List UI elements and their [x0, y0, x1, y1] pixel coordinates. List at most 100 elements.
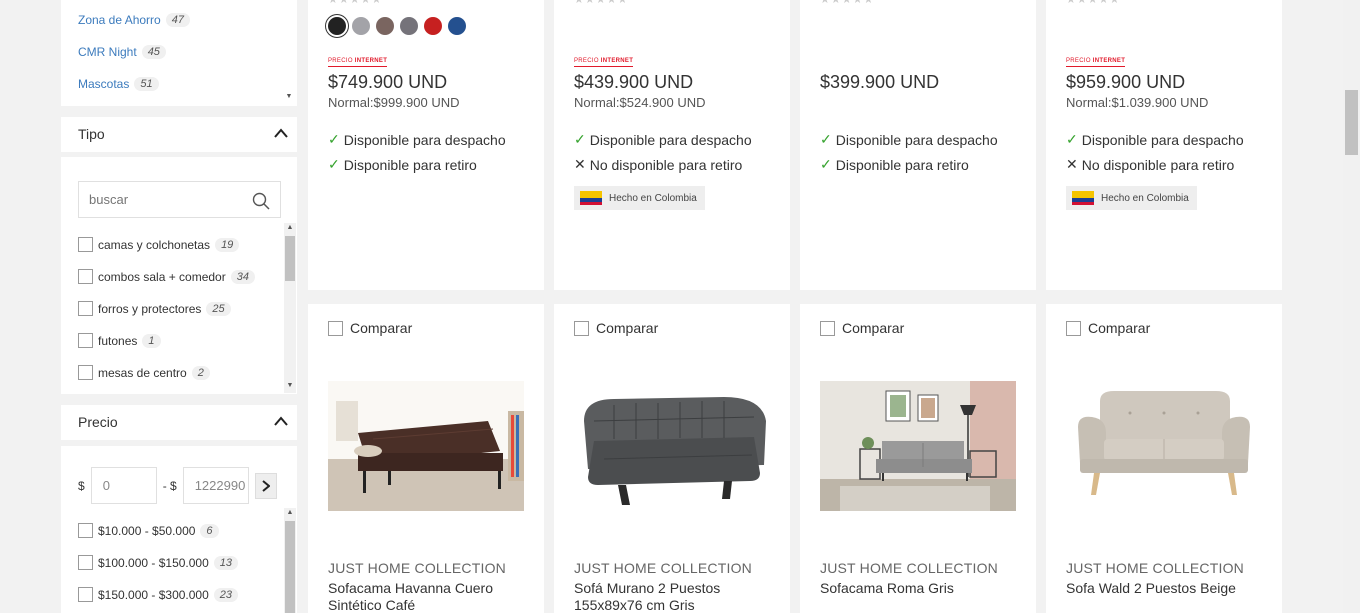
checkbox[interactable]	[78, 269, 93, 284]
product-card[interactable]: ★★★★★ PRECIO INTERNET $439.900 UND Norma…	[554, 0, 790, 290]
checkbox[interactable]	[820, 320, 835, 336]
checkbox[interactable]	[78, 237, 93, 252]
product-price: $439.900 UND	[574, 72, 694, 92]
check-icon: ✓	[1066, 131, 1078, 147]
availability-text: Disponible para despacho	[589, 131, 752, 148]
scrollbar-thumb[interactable]	[285, 236, 295, 281]
product-name[interactable]: Sofacama Havanna Cuero Sintético Café	[328, 580, 528, 613]
tipo-option-forros[interactable]: forros y protectores 25	[78, 301, 231, 316]
product-image[interactable]	[328, 381, 524, 511]
product-card[interactable]: ★★★★★ $399.900 UND ✓ Disponible para des…	[800, 0, 1036, 290]
tipo-option-combos[interactable]: combos sala + comedor 34	[78, 269, 255, 284]
compare-checkbox[interactable]: Comparar	[820, 320, 904, 336]
badge-precio: PRECIO	[574, 58, 599, 64]
scroll-down-arrow-icon[interactable]: ▼	[285, 93, 293, 101]
scroll-up-arrow-icon[interactable]: ▲	[286, 509, 294, 517]
chevron-up-icon[interactable]	[274, 416, 288, 426]
scrollbar-thumb[interactable]	[285, 521, 295, 613]
compare-checkbox[interactable]: Comparar	[328, 320, 412, 336]
filter-link-cmr-night[interactable]: CMR Night 45	[78, 45, 166, 59]
product-card[interactable]: Comparar JUST HOME COLLECTION Sofá Muran…	[554, 304, 790, 613]
product-name[interactable]: Sofá Murano 2 Puestos 155x89x76 cm Gris	[574, 580, 774, 613]
price-range-option[interactable]: $10.000 - $50.000 6	[78, 523, 219, 538]
tipo-search-input[interactable]	[79, 182, 239, 217]
scroll-up-arrow-icon[interactable]: ▲	[286, 224, 294, 232]
product-price: $399.900 UND	[820, 72, 940, 92]
chevron-up-icon[interactable]	[274, 128, 288, 138]
price-range-option[interactable]: $150.000 - $300.000 23	[78, 587, 239, 602]
checkbox[interactable]	[1066, 320, 1081, 336]
count-badge: 51	[134, 77, 159, 91]
count-badge: 13	[213, 555, 239, 570]
compare-checkbox[interactable]: Comparar	[1066, 320, 1150, 336]
page-scrollbar[interactable]	[1343, 0, 1360, 613]
product-name[interactable]: Sofa Wald 2 Puestos Beige	[1066, 580, 1266, 597]
price-range-inputs: $ - $	[78, 467, 277, 504]
scroll-down-arrow-icon[interactable]: ▼	[286, 382, 294, 390]
checkbox[interactable]	[78, 555, 93, 570]
rating-stars: ★★★★★	[328, 0, 383, 6]
checkbox[interactable]	[78, 587, 93, 602]
availability-retiro: ✓ Disponible para retiro	[328, 156, 477, 173]
product-image[interactable]	[574, 381, 770, 511]
option-label: camas y colchonetas	[98, 237, 211, 252]
check-icon: ✓	[820, 131, 832, 147]
made-in-colombia-badge: Hecho en Colombia	[1066, 186, 1197, 210]
checkbox[interactable]	[78, 365, 93, 380]
count-badge: 34	[230, 269, 255, 284]
rating-stars: ★★★★★	[1066, 0, 1121, 6]
color-swatch[interactable]	[376, 17, 394, 35]
product-card[interactable]: Comparar JUST HOME COLLECTION Sofa Wald …	[1046, 304, 1282, 613]
precio-filter-header[interactable]: Precio	[61, 405, 297, 440]
product-name[interactable]: Sofacama Roma Gris	[820, 580, 1020, 597]
filter-link-mascotas[interactable]: Mascotas 51	[78, 77, 159, 91]
count-badge: 23	[213, 587, 239, 602]
color-swatch[interactable]	[328, 17, 346, 35]
tipo-option-camas[interactable]: camas y colchonetas 19	[78, 237, 240, 252]
tipo-option-futones[interactable]: futones 1	[78, 333, 161, 348]
availability-despacho: ✓ Disponible para despacho	[1066, 131, 1244, 148]
product-image[interactable]	[1066, 381, 1262, 511]
tipo-option-mesas[interactable]: mesas de centro 2	[78, 365, 210, 380]
made-in-label: Hecho en Colombia	[1101, 192, 1189, 204]
brand-filter-panel: Zona de Ahorro 47 CMR Night 45 Mascotas …	[61, 0, 297, 106]
color-swatch[interactable]	[400, 17, 418, 35]
filter-link-label: CMR Night	[78, 45, 137, 59]
checkbox[interactable]	[328, 320, 343, 336]
checkbox[interactable]	[78, 523, 93, 538]
tipo-scrollbar[interactable]: ▲ ▼	[284, 223, 296, 393]
check-icon: ✓	[328, 156, 340, 172]
availability-retiro: ✕ No disponible para retiro	[1066, 156, 1234, 173]
availability-text: Disponible para despacho	[835, 131, 998, 148]
tipo-filter-body: camas y colchonetas 19 combos sala + com…	[61, 157, 297, 394]
color-swatch[interactable]	[352, 17, 370, 35]
precio-scrollbar[interactable]: ▲	[284, 508, 296, 613]
checkbox[interactable]	[574, 320, 589, 336]
price-min-input[interactable]	[90, 467, 157, 504]
option-label: $150.000 - $300.000	[98, 587, 209, 602]
filter-link-label: Mascotas	[78, 77, 130, 91]
checkbox[interactable]	[78, 333, 93, 348]
badge-internet: INTERNET	[354, 58, 388, 64]
compare-checkbox[interactable]: Comparar	[574, 320, 658, 336]
product-card[interactable]: Comparar JUST HOME COLLECTION Sofacama H…	[308, 304, 544, 613]
filter-link-label: Zona de Ahorro	[78, 13, 161, 27]
product-card[interactable]: ★★★★★ PRECIO INTERNET $959.900 UND Norma…	[1046, 0, 1282, 290]
chevron-right-icon	[262, 479, 270, 492]
product-card[interactable]: ★★★★★ PRECIO INTERNET $749.900 UND Norma…	[308, 0, 544, 290]
page-scrollbar-thumb[interactable]	[1345, 90, 1358, 155]
color-swatch[interactable]	[424, 17, 442, 35]
precio-filter-body: $ - $ $10.000 - $50.000 6 $100.000 - $15…	[61, 446, 297, 613]
color-swatch[interactable]	[448, 17, 466, 35]
tipo-filter-header[interactable]: Tipo	[61, 117, 297, 152]
option-label: combos sala + comedor	[98, 269, 226, 284]
apply-price-button[interactable]	[254, 472, 277, 499]
price-range-option[interactable]: $100.000 - $150.000 13	[78, 555, 239, 570]
product-card[interactable]: Comparar JUST HOME COLLECTION Sofacama R…	[800, 304, 1036, 613]
filter-link-zona-de-ahorro[interactable]: Zona de Ahorro 47	[78, 13, 190, 27]
availability-text: Disponible para retiro	[835, 156, 969, 173]
search-icon[interactable]	[252, 192, 270, 210]
checkbox[interactable]	[78, 301, 93, 316]
product-image[interactable]	[820, 381, 1016, 511]
price-max-input[interactable]	[182, 467, 249, 504]
